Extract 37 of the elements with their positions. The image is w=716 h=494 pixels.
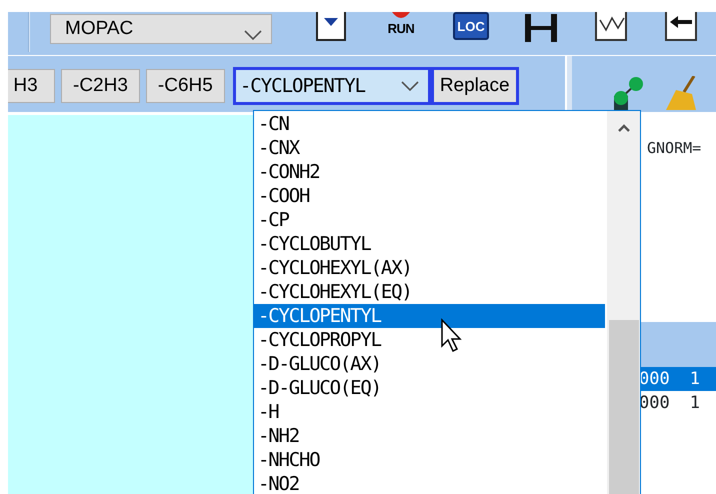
dropdown-option[interactable]: -CYCLOPENTYL <box>254 304 605 328</box>
table-cell-text: 1 <box>690 392 700 415</box>
scrollbar[interactable] <box>607 111 640 494</box>
substituent-button[interactable]: -C6H5 <box>146 69 225 103</box>
dropdown-option[interactable]: -H <box>254 400 607 424</box>
table-cell-text: 000 <box>639 392 670 415</box>
dropdown-option[interactable]: -NO2 <box>254 472 607 494</box>
table-cell-text: 1 <box>690 368 700 391</box>
ruler-icon[interactable] <box>523 12 559 44</box>
substituent-button[interactable]: H3 <box>8 69 55 103</box>
table-cell-text: 000 <box>639 368 670 391</box>
run-button[interactable]: RUN <box>382 12 420 44</box>
back-arrow-icon[interactable] <box>664 12 698 44</box>
output-text: GNORM= <box>647 139 702 157</box>
dropdown-option[interactable]: -NH2 <box>254 424 607 448</box>
replace-button[interactable]: Replace <box>430 67 519 105</box>
loc-button[interactable]: LOC <box>453 12 489 40</box>
caret-icon <box>400 80 420 92</box>
dropdown-option[interactable]: -CN <box>254 112 607 136</box>
chart-icon[interactable] <box>594 12 628 44</box>
download-icon[interactable] <box>314 12 348 44</box>
dropdown-option[interactable]: -CYCLOHEXYL(AX) <box>254 256 607 280</box>
dropdown-option[interactable]: -CYCLOHEXYL(EQ) <box>254 280 607 304</box>
dropdown-option[interactable]: -CNX <box>254 136 607 160</box>
molecule-icon[interactable] <box>612 76 644 110</box>
substituent-select[interactable]: -CYCLOPENTYL <box>232 67 431 105</box>
dropdown-option[interactable]: -COOH <box>254 184 607 208</box>
dropdown-option[interactable]: -CONH2 <box>254 160 607 184</box>
scroll-up-icon[interactable] <box>616 123 630 133</box>
substituent-button[interactable]: -C2H3 <box>61 69 140 103</box>
mouse-cursor-icon <box>440 318 464 354</box>
engine-select[interactable]: MOPAC <box>50 14 272 44</box>
dropdown-option[interactable]: -CP <box>254 208 607 232</box>
dropdown-option[interactable]: -CYCLOPROPYL <box>254 328 607 352</box>
dropdown-option[interactable]: -NHCHO <box>254 448 607 472</box>
caret-icon <box>243 29 263 41</box>
dropdown-option[interactable]: -CYCLOBUTYL <box>254 232 607 256</box>
